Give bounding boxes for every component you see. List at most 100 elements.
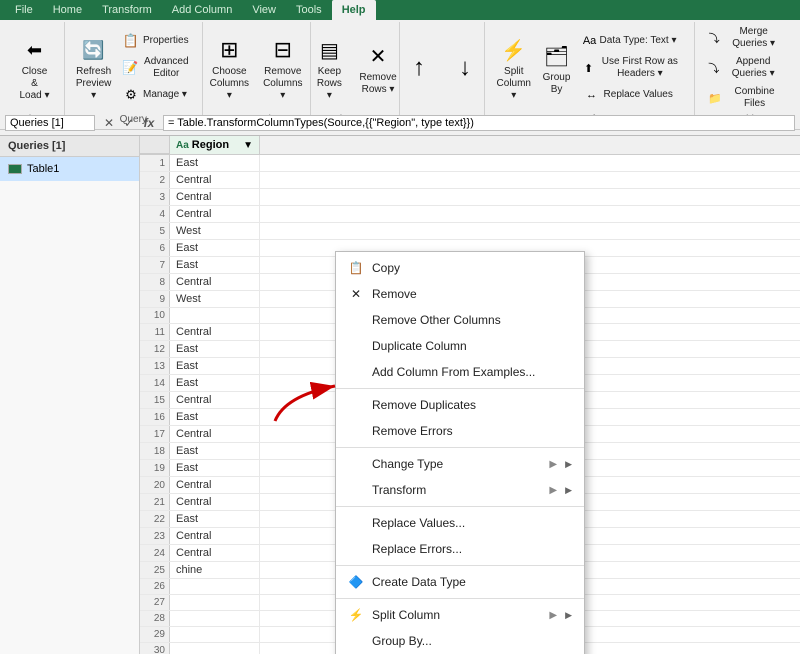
reduce-rows-buttons: ▤ KeepRows ▾ ✕ RemoveRows ▾ bbox=[307, 24, 402, 112]
replace-values-label: Replace Values bbox=[604, 89, 673, 101]
context-menu-item-remove[interactable]: ✕Remove bbox=[336, 281, 584, 307]
use-first-row-label: Use First Row as Headers ▾ bbox=[598, 56, 682, 80]
row-number: 5 bbox=[140, 223, 170, 239]
use-first-row-button[interactable]: ⬆ Use First Row as Headers ▾ bbox=[579, 54, 686, 82]
manage-button[interactable]: ⚙ Manage ▾ bbox=[118, 84, 195, 106]
close-load-button[interactable]: ⬅ Close &Load ▾ bbox=[13, 32, 57, 104]
context-menu-item-group-by[interactable]: Group By... bbox=[336, 628, 584, 654]
row-number: 17 bbox=[140, 426, 170, 442]
context-menu-item-remove-other-columns[interactable]: Remove Other Columns bbox=[336, 307, 584, 333]
grid-area: Aa Region ▼ 1East2Central3Central4Centra… bbox=[140, 136, 800, 654]
cell-region bbox=[170, 308, 260, 323]
cell-region: East bbox=[170, 511, 260, 527]
row-number: 2 bbox=[140, 172, 170, 188]
cell-region: East bbox=[170, 155, 260, 171]
cell-region: East bbox=[170, 409, 260, 425]
context-menu-label-duplicate-column: Duplicate Column bbox=[372, 339, 572, 353]
formula-confirm-button[interactable]: ✓ bbox=[120, 114, 138, 132]
formula-cancel-button[interactable]: ✕ bbox=[100, 114, 118, 132]
remove-columns-icon: ⊟ bbox=[267, 34, 299, 66]
query-item-table1[interactable]: Table1 bbox=[0, 157, 139, 181]
split-column-button[interactable]: ⚡ SplitColumn ▾ bbox=[493, 32, 535, 104]
context-menu-item-remove-duplicates[interactable]: Remove Duplicates bbox=[336, 392, 584, 418]
cell-region bbox=[170, 611, 260, 626]
data-type-button[interactable]: Aa Data Type: Text ▾ bbox=[579, 30, 686, 52]
formula-input[interactable] bbox=[163, 115, 795, 131]
combine-buttons: ⤵ Merge Queries ▾ ⤵ Append Queries ▾ 📁 C… bbox=[703, 24, 787, 112]
col-header-region[interactable]: Aa Region ▼ bbox=[170, 136, 260, 154]
tab-file[interactable]: File bbox=[5, 0, 43, 20]
refresh-preview-button[interactable]: 🔄 RefreshPreview ▾ bbox=[71, 32, 116, 104]
row-number: 15 bbox=[140, 392, 170, 408]
submenu-arrow-transform: ▶ bbox=[549, 485, 557, 496]
row-number: 29 bbox=[140, 627, 170, 642]
tab-tools[interactable]: Tools bbox=[286, 0, 332, 20]
keep-rows-button[interactable]: ▤ KeepRows ▾ bbox=[307, 32, 351, 104]
cell-region bbox=[170, 643, 260, 654]
formula-bar: ✕ ✓ fx bbox=[0, 110, 800, 136]
formula-fx-button[interactable]: fx bbox=[140, 114, 158, 132]
row-number: 25 bbox=[140, 562, 170, 578]
merge-queries-icon: ⤵ bbox=[707, 29, 721, 47]
context-menu-item-split-column[interactable]: ⚡Split Column▶ bbox=[336, 602, 584, 628]
remove-columns-button[interactable]: ⊟ RemoveColumns ▾ bbox=[257, 32, 308, 104]
remove-rows-button[interactable]: ✕ RemoveRows ▾ bbox=[354, 38, 403, 98]
tab-home[interactable]: Home bbox=[43, 0, 92, 20]
append-queries-icon: ⤵ bbox=[707, 59, 720, 77]
combine-files-button[interactable]: 📁 Combine Files bbox=[703, 84, 787, 112]
properties-button[interactable]: 📋 Properties bbox=[118, 30, 195, 52]
context-menu-label-remove-other-columns: Remove Other Columns bbox=[372, 313, 572, 327]
context-menu-item-copy[interactable]: 📋Copy bbox=[336, 255, 584, 281]
context-menu-item-change-type[interactable]: Change Type▶ bbox=[336, 451, 584, 477]
context-menu-label-replace-values: Replace Values... bbox=[372, 516, 572, 530]
context-menu-label-remove-duplicates: Remove Duplicates bbox=[372, 398, 572, 412]
context-menu-icon-group-by bbox=[348, 633, 364, 649]
choose-columns-button[interactable]: ⊞ ChooseColumns ▾ bbox=[204, 32, 255, 104]
cell-region: East bbox=[170, 240, 260, 256]
context-menu-item-add-column-from-examples[interactable]: Add Column From Examples... bbox=[336, 359, 584, 385]
split-column-icon: ⚡ bbox=[498, 34, 530, 66]
row-number: 6 bbox=[140, 240, 170, 256]
row-number: 13 bbox=[140, 358, 170, 374]
context-menu-item-transform[interactable]: Transform▶ bbox=[336, 477, 584, 503]
context-menu-item-replace-errors[interactable]: Replace Errors... bbox=[336, 536, 584, 562]
replace-values-button[interactable]: ↔ Replace Values bbox=[579, 84, 686, 106]
advanced-editor-icon: 📝 bbox=[122, 59, 138, 77]
remove-columns-label: RemoveColumns ▾ bbox=[263, 66, 302, 102]
group-by-button[interactable]: 🗂 GroupBy bbox=[537, 38, 577, 98]
tab-view[interactable]: View bbox=[242, 0, 286, 20]
merge-queries-button[interactable]: ⤵ Merge Queries ▾ bbox=[703, 24, 787, 52]
main-area: Queries [1] Table1 Aa Region ▼ 1East2Cen… bbox=[0, 136, 800, 654]
context-menu-separator bbox=[336, 598, 584, 599]
cell-region: East bbox=[170, 460, 260, 476]
name-box[interactable] bbox=[5, 115, 95, 131]
sort-desc-button[interactable]: ↓ bbox=[443, 50, 487, 86]
merge-queries-label: Merge Queries ▾ bbox=[724, 26, 783, 50]
choose-columns-label: ChooseColumns ▾ bbox=[210, 66, 249, 102]
sort-asc-button[interactable]: ↑ bbox=[397, 50, 441, 86]
advanced-editor-button[interactable]: 📝 Advanced Editor bbox=[118, 54, 195, 82]
context-menu-separator bbox=[336, 506, 584, 507]
context-menu-item-duplicate-column[interactable]: Duplicate Column bbox=[336, 333, 584, 359]
context-menu-item-remove-errors[interactable]: Remove Errors bbox=[336, 418, 584, 444]
advanced-editor-label: Advanced Editor bbox=[141, 56, 191, 80]
context-menu-icon-replace-values bbox=[348, 515, 364, 531]
ribbon-group-manage-columns: ⊞ ChooseColumns ▾ ⊟ RemoveColumns ▾ Mana… bbox=[203, 22, 311, 127]
context-menu-separator bbox=[336, 565, 584, 566]
cell-region: Central bbox=[170, 189, 260, 205]
context-menu-icon-remove-duplicates bbox=[348, 397, 364, 413]
cell-region: Central bbox=[170, 172, 260, 188]
tab-help[interactable]: Help bbox=[332, 0, 376, 20]
queries-header: Queries [1] bbox=[0, 136, 139, 157]
tab-transform[interactable]: Transform bbox=[92, 0, 162, 20]
row-number: 20 bbox=[140, 477, 170, 493]
use-first-row-icon: ⬆ bbox=[583, 59, 595, 77]
table-icon bbox=[8, 164, 22, 174]
tab-add-column[interactable]: Add Column bbox=[162, 0, 243, 20]
context-menu-label-create-data-type: Create Data Type bbox=[372, 575, 572, 589]
context-menu-item-replace-values[interactable]: Replace Values... bbox=[336, 510, 584, 536]
append-queries-button[interactable]: ⤵ Append Queries ▾ bbox=[703, 54, 787, 82]
manage-icon: ⚙ bbox=[122, 86, 140, 104]
context-menu-item-create-data-type[interactable]: 🔷Create Data Type bbox=[336, 569, 584, 595]
cell-region: Central bbox=[170, 392, 260, 408]
